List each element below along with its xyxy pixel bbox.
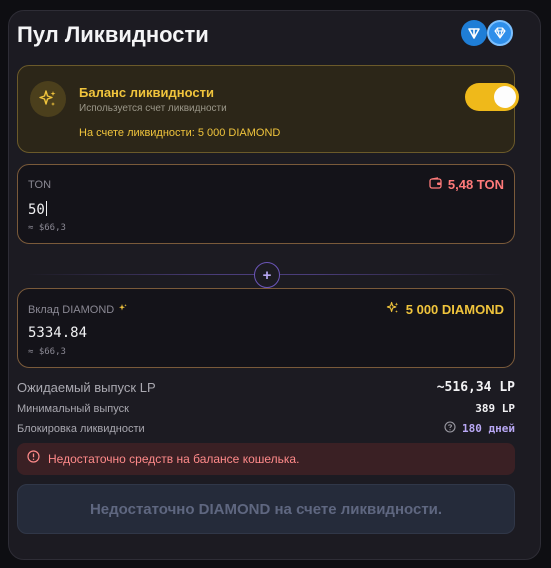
ton-amount-field[interactable]: TON 5,48 TON 50 ≈ $66,3 [17,164,515,244]
ton-wallet-balance-value: 5,48 TON [447,177,504,192]
diamond-usd-estimate: ≈ $66,3 [28,347,66,357]
liquidity-lock-label: Блокировка ликвидности [17,422,145,435]
ton-input-label: TON [28,179,52,191]
submit-button[interactable]: Недостаточно DIAMOND на счете ликвидност… [17,484,515,534]
ton-usd-estimate: ≈ $66,3 [28,223,66,233]
expected-lp-value: ~516,34 LP [436,380,515,395]
page-title: Пул Ликвидности [17,22,209,47]
error-message: Недостаточно средств на балансе кошелька… [17,443,515,475]
diamond-balance-value: 5 000 DIAMOND [405,302,504,317]
liquidity-lock-value: 180 дней [462,422,515,435]
alert-circle-icon [27,450,40,468]
plus-icon: + [254,262,280,288]
liquidity-lock-value-wrap: 180 дней [444,421,515,436]
diamond-balance: 5 000 DIAMOND [386,301,504,318]
toggle-knob [494,86,516,108]
text-caret [45,201,47,216]
sparkles-icon [118,303,128,316]
diamond-input-label: Вклад DIAMOND [28,303,128,316]
diamond-amount-field[interactable]: Вклад DIAMOND 5 000 DIAMOND 5334.84 ≈ $6… [17,288,515,368]
liquidity-balance-title: Баланс ликвидности [79,85,214,100]
expected-lp-label: Ожидаемый выпуск LP [17,380,156,395]
ton-coin-icon [461,20,487,46]
diamond-coin-icon [487,20,513,46]
sparkles-icon [386,301,400,318]
error-text: Недостаточно средств на балансе кошелька… [48,452,300,466]
liquidity-balance-card: Баланс ликвидности Используется счет лик… [17,65,519,153]
use-liquidity-toggle[interactable] [465,83,519,111]
expected-lp-row: Ожидаемый выпуск LP ~516,34 LP [17,380,515,395]
min-output-row: Минимальный выпуск 389 LP [17,402,515,415]
min-output-value: 389 LP [475,402,515,415]
ton-wallet-balance[interactable]: 5,48 TON [429,177,504,192]
min-output-label: Минимальный выпуск [17,402,129,415]
question-circle-icon[interactable] [444,421,456,436]
diamond-input-label-text: Вклад DIAMOND [28,303,115,316]
ton-amount-value: 50 [28,202,45,218]
liquidity-balance-subtitle: Используется счет ликвидности [79,103,227,114]
ton-amount-input[interactable]: 50 [28,201,47,218]
liquidity-balance-amount: На счете ликвидности: 5 000 DIAMOND [79,127,281,139]
diamond-amount-input[interactable]: 5334.84 [28,325,87,341]
sparkles-icon [30,81,66,117]
wallet-icon [429,177,442,192]
liquidity-lock-row: Блокировка ликвидности 180 дней [17,421,515,436]
